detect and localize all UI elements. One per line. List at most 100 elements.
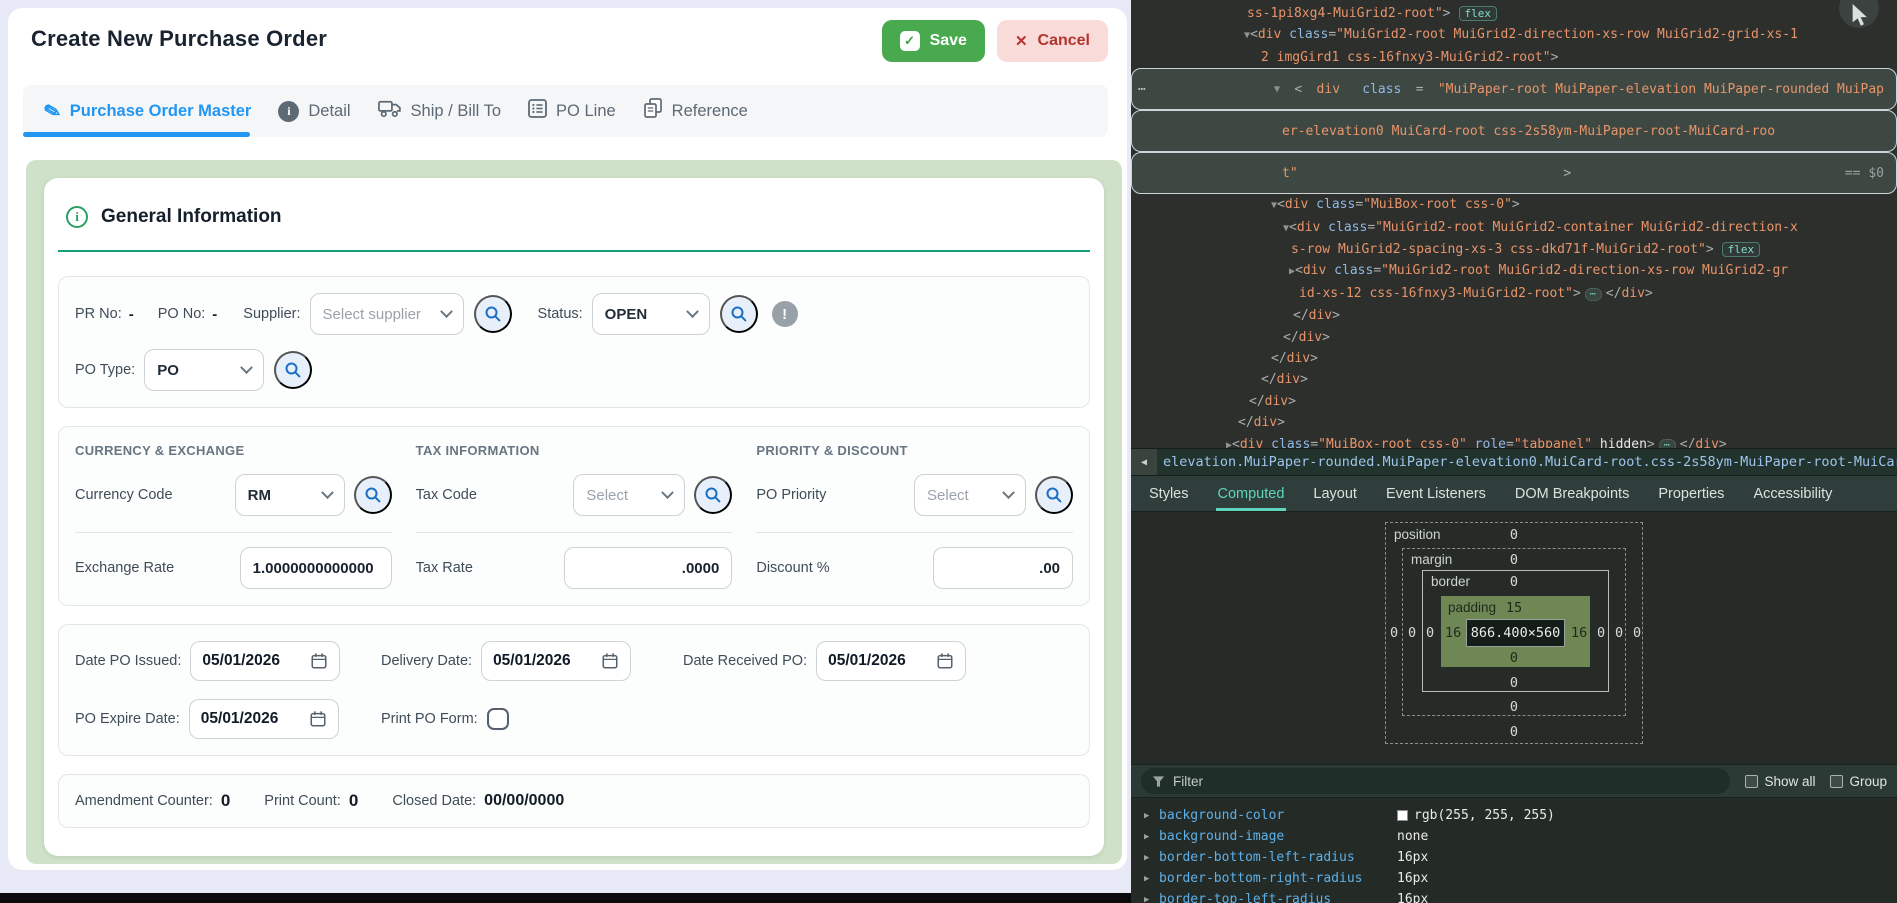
elements-tree-line[interactable]: </div> — [1131, 327, 1897, 348]
filter-input[interactable]: Filter — [1141, 768, 1730, 794]
devtools-tab-properties[interactable]: Properties — [1656, 476, 1726, 511]
code-segment: = — [1367, 220, 1375, 235]
computed-property-row[interactable]: ▶background-imagenone — [1131, 826, 1897, 847]
po-type-select[interactable]: PO — [144, 349, 264, 391]
devtools-tab-event-listeners[interactable]: Event Listeners — [1384, 476, 1488, 511]
devtools-tab-accessibility[interactable]: Accessibility — [1751, 476, 1834, 511]
position-top-value: 0 — [1510, 527, 1518, 543]
tab-ship-bill-to[interactable]: Ship / Bill To — [378, 99, 502, 123]
form-outer-panel: i General Information PR No: - PO No: - … — [26, 160, 1122, 864]
code-segment: div — [1299, 330, 1322, 345]
expand-arrow-icon[interactable]: ▶ — [1144, 811, 1159, 821]
pen-icon: ✎ — [41, 97, 64, 125]
code-segment: </ — [1680, 437, 1696, 448]
tab-label: Purchase Order Master — [70, 102, 252, 121]
discount-input[interactable]: .00 — [933, 547, 1073, 589]
code-segment: < — [1289, 220, 1297, 235]
elements-tree-line[interactable]: </div> — [1131, 369, 1897, 390]
code-segment: = — [1328, 27, 1336, 42]
border-left-value: 0 — [1426, 625, 1434, 641]
currency-code-select[interactable]: RM — [235, 474, 345, 516]
delivery-date-input[interactable]: 05/01/2026 — [481, 641, 631, 681]
calendar-icon — [309, 710, 327, 728]
elements-tree-line[interactable]: ss-1pi8xg4-MuiGrid2-root">flex — [1131, 3, 1897, 24]
code-segment: div — [1285, 197, 1308, 212]
elements-tree-line[interactable]: ▶<div class="MuiBox-root css-0" role="ta… — [1131, 434, 1897, 448]
devtools-tab-computed[interactable]: Computed — [1216, 476, 1287, 511]
code-segment: ss-1pi8xg4-MuiGrid2-root" — [1247, 6, 1443, 21]
currency-search-button[interactable] — [354, 476, 392, 514]
info-circle-icon: i — [66, 206, 88, 228]
info-icon: i — [278, 101, 299, 122]
priority-search-button[interactable] — [1035, 476, 1073, 514]
calendar-icon — [601, 652, 619, 670]
elements-tree-line[interactable]: er-elevation0 MuiCard-root css-2s58ym-Mu… — [1131, 110, 1897, 152]
computed-property-row[interactable]: ▶border-bottom-left-radius16px — [1131, 847, 1897, 868]
elements-tree-line[interactable]: 2 imgGird1 css-16fnxy3-MuiGrid2-root"> — [1131, 47, 1897, 68]
devtools-tab-styles[interactable]: Styles — [1147, 476, 1191, 511]
tab-po-line[interactable]: PO Line — [528, 99, 616, 123]
elements-tree-line[interactable]: </div> — [1131, 348, 1897, 369]
elements-tree-line[interactable]: </div> — [1131, 391, 1897, 412]
devtools-tab-dom-breakpoints[interactable]: DOM Breakpoints — [1513, 476, 1631, 511]
po-expire-input[interactable]: 05/01/2026 — [189, 699, 339, 739]
line-overflow-marker: ⋯ — [1138, 79, 1146, 100]
elements-tree-line[interactable]: ⋯▼<div class="MuiPaper-root MuiPaper-ele… — [1131, 68, 1897, 110]
devtools-tab-layout[interactable]: Layout — [1311, 476, 1359, 511]
elements-tree-line[interactable]: ▼<div class="MuiBox-root css-0"> — [1131, 194, 1897, 216]
window-bottom-bar — [0, 893, 1131, 903]
show-all-label: Show all — [1764, 774, 1815, 789]
elements-tree-line[interactable]: </div> — [1131, 412, 1897, 433]
exchange-rate-input[interactable]: 1.0000000000000 — [240, 547, 392, 589]
margin-bottom-value: 0 — [1510, 699, 1518, 715]
print-po-form-checkbox[interactable] — [487, 708, 509, 730]
checkbox-icon — [1830, 775, 1843, 788]
code-segment: class — [1281, 27, 1328, 42]
elements-tree-line[interactable]: s-row MuiGrid2-spacing-xs-3 css-dkd71f-M… — [1131, 239, 1897, 260]
tab-label: Reference — [672, 102, 748, 121]
elements-tree-line[interactable]: ▶<div class="MuiGrid2-root MuiGrid2-dire… — [1131, 260, 1897, 282]
expand-arrow-icon[interactable]: ▶ — [1144, 895, 1159, 903]
tab-purchase-order-master[interactable]: ✎ Purchase Order Master — [44, 99, 251, 124]
date-received-input[interactable]: 05/01/2026 — [816, 641, 966, 681]
code-segment: > — [1300, 372, 1308, 387]
flex-badge[interactable]: flex — [1722, 242, 1761, 257]
elements-tree-line[interactable]: ▼<div class="MuiGrid2-root MuiGrid2-dire… — [1131, 24, 1897, 46]
status-select[interactable]: OPEN — [592, 293, 710, 335]
group-checkbox[interactable]: Group — [1830, 774, 1887, 789]
computed-property-row[interactable]: ▶border-bottom-right-radius16px — [1131, 868, 1897, 889]
elements-tree-line[interactable]: t"> == $0 — [1131, 152, 1897, 194]
po-priority-select[interactable]: Select — [914, 474, 1026, 516]
code-segment: class — [1308, 197, 1355, 212]
flex-badge[interactable]: flex — [1459, 6, 1498, 21]
elements-tree-line[interactable]: id-xs-12 css-16fnxy3-MuiGrid2-root">⋯</d… — [1131, 283, 1897, 305]
tax-search-button[interactable] — [694, 476, 732, 514]
expand-arrow-icon[interactable]: ▶ — [1144, 832, 1159, 842]
tab-reference[interactable]: Reference — [643, 98, 748, 124]
computed-property-row[interactable]: ▶border-top-left-radius16px — [1131, 889, 1897, 903]
expand-ellipsis-icon[interactable]: ⋯ — [1585, 288, 1602, 301]
elements-tree-line[interactable]: ▼<div class="MuiGrid2-root MuiGrid2-cont… — [1131, 217, 1897, 239]
supplier-search-button[interactable] — [474, 295, 512, 333]
expand-ellipsis-icon[interactable]: ⋯ — [1659, 439, 1676, 448]
computed-property-row[interactable]: ▶background-colorrgb(255, 255, 255) — [1131, 805, 1897, 826]
code-segment: "tabpanel" — [1514, 437, 1592, 448]
expand-arrow-icon[interactable]: ▶ — [1144, 874, 1159, 884]
expand-arrow-icon[interactable]: ▶ — [1144, 853, 1159, 863]
tab-detail[interactable]: iDetail — [278, 101, 350, 122]
show-all-checkbox[interactable]: Show all — [1745, 774, 1815, 789]
save-button[interactable]: ✓ Save — [882, 20, 985, 62]
code-segment: > — [1551, 50, 1559, 65]
status-search-button[interactable] — [720, 295, 758, 333]
tax-code-select[interactable]: Select — [573, 474, 685, 516]
priority-column: PRIORITY & DISCOUNT PO Priority Select — [756, 443, 1073, 589]
elements-tree-line[interactable]: </div> — [1131, 305, 1897, 326]
po-type-search-button[interactable] — [274, 351, 312, 389]
tax-rate-input[interactable]: .0000 — [564, 547, 732, 589]
breadcrumb-back-button[interactable]: ◀ — [1131, 449, 1157, 475]
date-po-issued-input[interactable]: 05/01/2026 — [190, 641, 340, 681]
cancel-button[interactable]: ✕ Cancel — [997, 20, 1108, 62]
supplier-select[interactable]: Select supplier — [310, 293, 464, 335]
code-segment: div — [1258, 27, 1281, 42]
box-model-diagram[interactable]: 866.400×560 position 0 margin 0 border 0… — [1385, 522, 1643, 744]
